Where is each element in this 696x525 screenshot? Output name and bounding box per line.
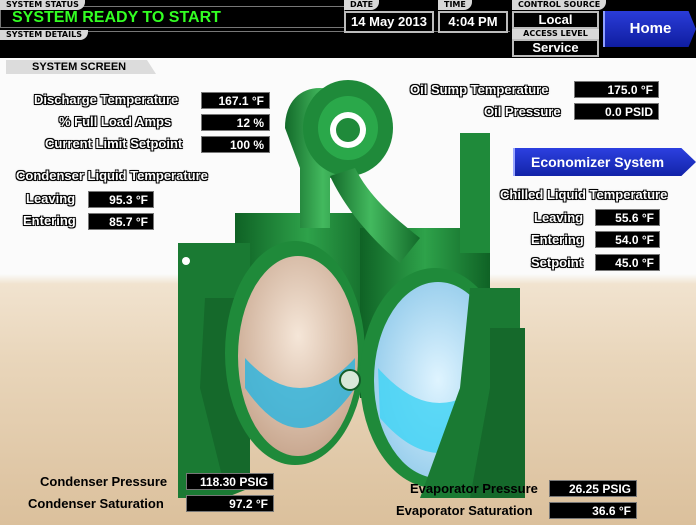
date-display: 14 May 2013: [344, 11, 434, 33]
evaporator-pressure-value: 26.25 PSIG: [549, 480, 637, 497]
date-tag: DATE: [344, 0, 380, 10]
condenser-pressure-value: 118.30 PSIG: [186, 473, 274, 490]
full-load-amps-label: % Full Load Amps: [59, 114, 172, 129]
oil-pressure-value: 0.0 PSID: [574, 103, 659, 120]
oil-pressure-label: Oil Pressure: [484, 104, 561, 119]
time-tag: TIME: [438, 0, 472, 10]
chilled-liquid-title: Chilled Liquid Temperature: [500, 187, 668, 202]
evaporator-saturation-label: Evaporator Saturation: [396, 503, 533, 518]
system-screen-tab: SYSTEM SCREEN: [6, 60, 156, 74]
condenser-saturation-label: Condenser Saturation: [28, 496, 164, 511]
chilled-entering-label: Entering: [531, 232, 584, 247]
chilled-leaving-label: Leaving: [534, 210, 584, 225]
top-status-bar: SYSTEM STATUS SYSTEM READY TO START SYST…: [0, 0, 696, 58]
current-limit-setpoint-label: Current Limit Setpoint: [45, 136, 183, 151]
control-source-tag: CONTROL SOURCE: [512, 0, 607, 10]
full-load-amps-value: 12 %: [201, 114, 270, 131]
current-limit-setpoint-value: 100 %: [201, 136, 270, 153]
condenser-entering-label: Entering: [23, 213, 76, 228]
oil-sump-temperature-label: Oil Sump Temperature: [410, 82, 549, 97]
condenser-leaving-value: 95.3 °F: [88, 191, 154, 208]
condenser-leaving-label: Leaving: [26, 191, 76, 206]
condenser-pressure-label: Condenser Pressure: [40, 474, 168, 489]
discharge-temperature-value: 167.1 °F: [201, 92, 270, 109]
discharge-temperature-label: Discharge Temperature: [34, 92, 179, 107]
control-source-display: Local: [512, 11, 599, 29]
chilled-entering-value: 54.0 °F: [595, 231, 660, 248]
time-display: 4:04 PM: [438, 11, 508, 33]
economizer-system-button[interactable]: Economizer System: [513, 148, 696, 176]
condenser-liquid-title: Condenser Liquid Temperature: [16, 168, 208, 183]
access-level-display: Service: [512, 39, 599, 57]
chilled-leaving-value: 55.6 °F: [595, 209, 660, 226]
evaporator-saturation-value: 36.6 °F: [549, 502, 637, 519]
evaporator-pressure-label: Evaporator Pressure: [410, 481, 538, 496]
system-screen: SYSTEM SCREEN Discharge Temperature 167.…: [0, 58, 696, 525]
oil-sump-temperature-value: 175.0 °F: [574, 81, 659, 98]
chilled-setpoint-label: Setpoint: [531, 255, 583, 270]
system-details-tag: SYSTEM DETAILS: [0, 30, 88, 40]
condenser-entering-value: 85.7 °F: [88, 213, 154, 230]
home-button[interactable]: Home: [603, 11, 696, 47]
condenser-saturation-value: 97.2 °F: [186, 495, 274, 512]
system-status-text: SYSTEM READY TO START: [12, 9, 221, 26]
access-level-tag: ACCESS LEVEL: [512, 29, 599, 39]
chilled-setpoint-value: 45.0 °F: [595, 254, 660, 271]
